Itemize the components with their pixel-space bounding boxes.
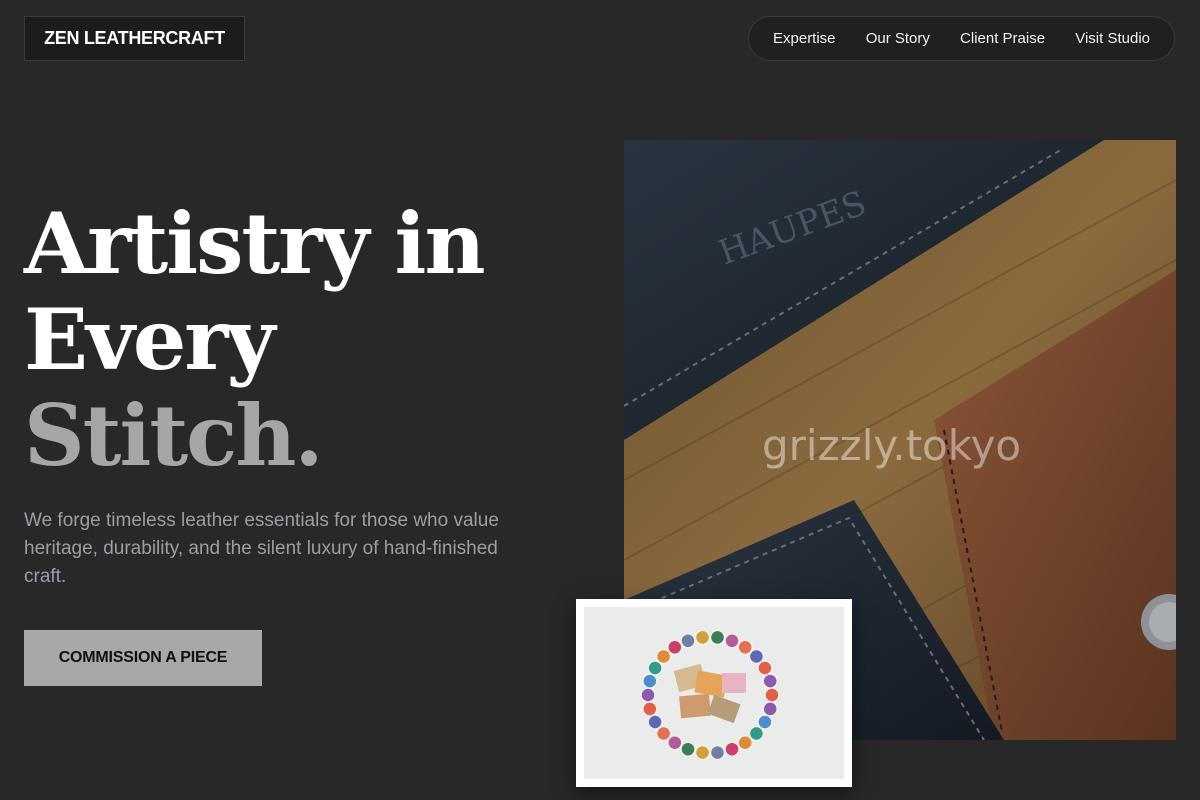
thread-spool xyxy=(757,660,773,676)
nav-item-client-praise[interactable]: Client Praise xyxy=(960,30,1045,47)
thread-spool xyxy=(709,629,726,646)
brand-logo[interactable]: ZEN LEATHERCRAFT xyxy=(24,16,245,61)
nav-item-expertise[interactable]: Expertise xyxy=(773,30,836,47)
nav-item-our-story[interactable]: Our Story xyxy=(866,30,930,47)
hero-title-line-2: Every xyxy=(24,290,275,389)
thread-spool xyxy=(642,701,658,717)
thread-spool xyxy=(737,734,753,751)
thread-spool xyxy=(724,741,740,757)
hero-title: Artistry in Every Stitch. xyxy=(24,194,486,485)
hero-title-line-1: Artistry in xyxy=(24,194,486,293)
thumbnail-photo-thread-spools xyxy=(576,599,852,787)
thread-spool xyxy=(680,633,696,649)
thread-spool xyxy=(640,687,656,703)
thread-spool xyxy=(764,687,780,703)
watermark-text: grizzly.tokyo xyxy=(762,421,1021,470)
thread-spool xyxy=(647,714,663,730)
hero-title-line-3: Stitch. xyxy=(24,386,324,485)
thread-spool xyxy=(667,639,683,656)
nav-item-visit-studio[interactable]: Visit Studio xyxy=(1075,30,1150,47)
thread-spool xyxy=(642,673,658,689)
thread-spool xyxy=(680,741,696,757)
thread-spool xyxy=(762,701,778,717)
thread-spool xyxy=(762,673,778,689)
thread-spool xyxy=(709,744,726,761)
main-nav: Expertise Our Story Client Praise Visit … xyxy=(748,16,1175,61)
thread-spool xyxy=(694,744,711,761)
thread-spool xyxy=(694,629,711,646)
hero-description: We forge timeless leather essentials for… xyxy=(24,510,499,587)
thread-spool xyxy=(724,633,740,649)
commission-button[interactable]: COMMISSION A PIECE xyxy=(24,630,262,686)
